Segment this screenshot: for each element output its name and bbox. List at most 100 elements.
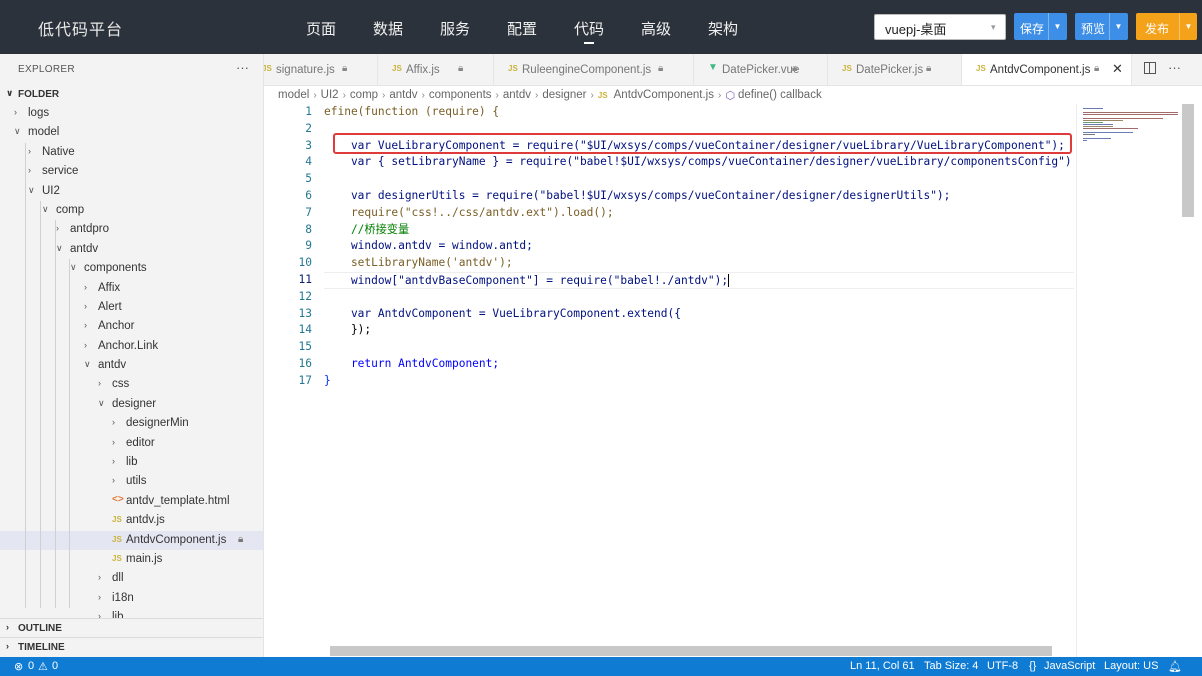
- nav-item-architecture[interactable]: 架构: [708, 0, 775, 54]
- minimap-line: [1083, 122, 1103, 123]
- code-line: window.antdv = window.antd;: [324, 238, 1074, 255]
- chevron-right-icon: ›: [28, 165, 31, 176]
- chevron-down-icon: ∨: [28, 184, 35, 195]
- code-line: var { setLibraryName } = require("babel!…: [324, 154, 1074, 171]
- split-editor-icon[interactable]: [1144, 62, 1156, 74]
- error-count[interactable]: 0: [28, 660, 34, 672]
- chevron-right-icon: ›: [421, 89, 425, 101]
- chevron-down-icon: ∨: [70, 262, 77, 273]
- encoding[interactable]: UTF-8: [987, 660, 1018, 672]
- chevron-right-icon: ›: [84, 320, 87, 331]
- language-mode[interactable]: JavaScript: [1044, 660, 1095, 672]
- vertical-scrollbar[interactable]: [1182, 104, 1194, 217]
- editor-tab-label: AntdvComponent.js: [990, 64, 1091, 76]
- tab-size[interactable]: Tab Size: 4: [924, 660, 978, 672]
- tree-item-label: antdv.js: [126, 514, 165, 527]
- tree-folder[interactable]: ∨ UI2: [0, 182, 263, 201]
- editor-tab[interactable]: JS RuleengineComponent.js 🔒︎: [494, 54, 694, 85]
- preview-button[interactable]: 预览 ▼: [1075, 13, 1128, 40]
- nav-item-advanced[interactable]: 高级: [641, 0, 708, 54]
- save-dropdown-icon[interactable]: ▼: [1048, 13, 1066, 40]
- nav-item-code[interactable]: 代码: [574, 0, 641, 54]
- more-actions-icon[interactable]: ···: [236, 60, 249, 75]
- nav-item-config[interactable]: 配置: [507, 0, 574, 54]
- lock-icon: 🔒︎: [658, 63, 664, 74]
- publish-button[interactable]: 发布 ▼: [1136, 13, 1197, 40]
- code-line: });: [324, 322, 1074, 339]
- minimap-line: [1083, 124, 1113, 125]
- breadcrumb-item[interactable]: comp: [350, 89, 378, 101]
- line-number: 3: [305, 138, 312, 152]
- tree-folder[interactable]: › Native: [0, 143, 263, 162]
- nav-item-services[interactable]: 服务: [440, 0, 507, 54]
- chevron-right-icon: ›: [14, 107, 17, 117]
- error-icon[interactable]: ⊗: [14, 660, 23, 673]
- editor-tab[interactable]: JS AntdvComponent.js 🔒︎ ✕: [962, 54, 1132, 85]
- bell-icon[interactable]: 🔔︎: [1168, 660, 1182, 673]
- tree-folder[interactable]: › service: [0, 162, 263, 181]
- outline-section-header[interactable]: › OUTLINE: [0, 618, 263, 637]
- js-file-icon: JS: [597, 90, 608, 100]
- breadcrumb-item[interactable]: antdv: [389, 89, 417, 101]
- editor-tab[interactable]: JS DatePicker.js 🔒︎: [828, 54, 962, 85]
- tree-folder[interactable]: ∨ model: [0, 123, 263, 142]
- chevron-right-icon: ›: [718, 89, 722, 101]
- cursor-position[interactable]: Ln 11, Col 61: [850, 660, 915, 672]
- tree-item-label: designerMin: [126, 417, 189, 430]
- preview-dropdown-icon[interactable]: ▼: [1109, 13, 1127, 40]
- nav-item-data[interactable]: 数据: [373, 0, 440, 54]
- warning-count[interactable]: 0: [52, 660, 58, 672]
- code-token: });: [324, 323, 372, 337]
- timeline-section-label: TIMELINE: [18, 642, 65, 653]
- code-editor[interactable]: 1 2 3 4 5 6 7 8 9 10 11 12 13 14 15 16 17 efine(function…: [264, 104, 1202, 657]
- editor-tab-label: RuleengineComponent.js: [522, 64, 652, 76]
- editor-tab-label: DatePicker.vue: [722, 64, 800, 76]
- code-token: }: [324, 373, 331, 387]
- tree-item-label: dll: [112, 572, 124, 585]
- tree-folder[interactable]: › logs: [0, 104, 263, 123]
- chevron-right-icon: ›: [98, 572, 101, 583]
- chevron-right-icon: ›: [6, 641, 9, 651]
- tree-item-label: lib: [126, 456, 138, 469]
- minimap[interactable]: [1076, 104, 1182, 657]
- minimap-line: [1083, 140, 1087, 141]
- close-icon[interactable]: ✕: [1112, 61, 1123, 77]
- breadcrumb-item[interactable]: antdv: [503, 89, 531, 101]
- horizontal-scrollbar[interactable]: [330, 646, 1052, 656]
- symbol-method-icon: ⬡: [725, 89, 735, 102]
- editor-tab[interactable]: JS Affix.js 🔒︎: [378, 54, 494, 85]
- line-number: 10: [298, 256, 312, 270]
- editor-tab[interactable]: JS signature.js 🔒︎: [264, 54, 378, 85]
- folder-section-header[interactable]: ∨ FOLDER: [0, 86, 263, 104]
- save-button[interactable]: 保存 ▼: [1014, 13, 1067, 40]
- breadcrumb-item[interactable]: model: [278, 89, 309, 101]
- breadcrumb-item[interactable]: components: [429, 89, 492, 101]
- more-actions-icon[interactable]: ···: [1168, 60, 1181, 75]
- breadcrumb-symbol[interactable]: define() callback: [738, 89, 822, 101]
- chevron-right-icon: ›: [84, 281, 87, 292]
- chevron-right-icon: ›: [98, 591, 101, 602]
- line-number: 1: [305, 105, 312, 118]
- chevron-right-icon: ›: [84, 300, 87, 311]
- line-number: 7: [305, 205, 312, 219]
- nav-item-pages[interactable]: 页面: [306, 0, 373, 54]
- editor-tab[interactable]: ▼ DatePicker.vue 🔒︎: [694, 54, 828, 85]
- app-title: 低代码平台: [38, 22, 124, 39]
- breadcrumb-file[interactable]: AntdvComponent.js: [614, 89, 714, 101]
- explorer-title: EXPLORER: [18, 64, 75, 75]
- publish-dropdown-icon[interactable]: ▼: [1179, 13, 1197, 40]
- publish-button-label: 发布: [1145, 22, 1170, 36]
- indent-guide: [55, 220, 56, 609]
- warning-icon[interactable]: ⚠: [38, 660, 48, 673]
- breadcrumb-item[interactable]: UI2: [321, 89, 339, 101]
- line-number: 9: [305, 239, 312, 253]
- keyboard-layout[interactable]: Layout: US: [1104, 660, 1158, 672]
- breadcrumb-item[interactable]: designer: [542, 89, 586, 101]
- timeline-section-header[interactable]: › TIMELINE: [0, 637, 263, 656]
- code-line: return AntdvComponent;: [324, 356, 1074, 373]
- main-nav: 页面 数据 服务 配置 代码 高级 架构: [306, 0, 775, 54]
- project-select[interactable]: vuepj-桌面 ▾: [874, 14, 1006, 40]
- tree-item-label: Affix: [98, 281, 121, 294]
- line-number: 15: [298, 340, 312, 354]
